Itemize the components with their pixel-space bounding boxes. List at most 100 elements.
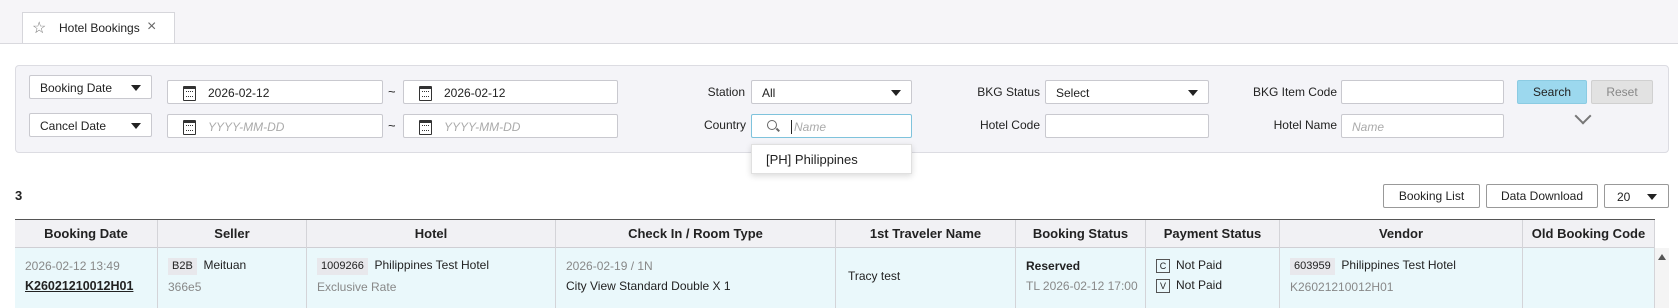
cancel-date-type-select[interactable]: Cancel Date <box>29 113 152 137</box>
booking-date-value: 2026-02-12 13:49 <box>25 259 120 273</box>
cancel-date-from-input[interactable]: YYYY-MM-DD <box>167 114 383 138</box>
table-row[interactable]: 2026-02-12 13:49 K26021210012H01 B2B Mei… <box>15 248 1655 308</box>
data-download-button[interactable]: Data Download <box>1486 184 1598 208</box>
text-cursor <box>791 120 792 134</box>
chevron-down-icon <box>1647 194 1657 200</box>
column-header[interactable]: Vendor <box>1280 220 1523 248</box>
payment-status-cell: C Not Paid V Not Paid <box>1146 248 1280 308</box>
customer-payment: C Not Paid <box>1156 258 1222 273</box>
tab-bar: ☆ Hotel Bookings × <box>0 0 1678 44</box>
booking-date-from-input[interactable]: 2026-02-12 <box>167 80 383 104</box>
booking-date-cell: 2026-02-12 13:49 K26021210012H01 <box>15 248 158 308</box>
scroll-up-icon[interactable] <box>1658 254 1666 260</box>
calendar-icon <box>183 120 196 135</box>
vendor-payment-value: Not Paid <box>1176 278 1223 292</box>
tab-hotel-bookings[interactable]: ☆ Hotel Bookings × <box>22 12 175 43</box>
result-count: 3 <box>15 188 23 203</box>
time-limit: TL 2026-02-12 17:00 <box>1026 279 1138 293</box>
booking-status-cell: Reserved TL 2026-02-12 17:00 <box>1016 248 1146 308</box>
country-option-ph[interactable]: [PH] Philippines <box>766 152 858 167</box>
cancel-date-from-placeholder: YYYY-MM-DD <box>208 120 285 134</box>
range-separator: ~ <box>388 118 396 133</box>
column-header[interactable]: Payment Status <box>1146 220 1280 248</box>
booking-code-link[interactable]: K26021210012H01 <box>25 279 133 293</box>
column-header[interactable]: 1st Traveler Name <box>836 220 1016 248</box>
filter-panel <box>15 65 1669 153</box>
bkg-status-select[interactable]: Select <box>1045 80 1209 104</box>
tab-title: Hotel Bookings <box>59 21 140 35</box>
room-type: City View Standard Double X 1 <box>566 279 731 293</box>
cancel-date-type-value: Cancel Date <box>40 119 107 133</box>
station-value: All <box>762 86 776 100</box>
hotel-cell: 1009266 Philippines Test Hotel Exclusive… <box>307 248 556 308</box>
search-icon <box>767 120 777 130</box>
vendor-line: 603959 Philippines Test Hotel <box>1290 258 1456 275</box>
booking-date-to-input[interactable]: 2026-02-12 <box>403 80 618 104</box>
booking-date-to-value: 2026-02-12 <box>444 86 506 100</box>
hotel-name-placeholder: Name <box>1352 120 1385 134</box>
column-header[interactable]: Booking Status <box>1016 220 1146 248</box>
country-dropdown: [PH] Philippines <box>751 144 912 174</box>
vendor-name: Philippines Test Hotel <box>1341 258 1456 272</box>
star-icon[interactable]: ☆ <box>32 18 46 38</box>
range-separator: ~ <box>388 84 396 99</box>
country-placeholder: Name <box>794 120 827 134</box>
traveler-cell: Tracy test <box>836 248 1016 308</box>
calendar-icon <box>419 86 432 101</box>
reset-button[interactable]: Reset <box>1591 80 1653 104</box>
seller-line: B2B Meituan <box>168 258 246 275</box>
column-header[interactable]: Hotel <box>307 220 556 248</box>
seller-cell: B2B Meituan 366e5 <box>158 248 307 308</box>
customer-payment-value: Not Paid <box>1176 258 1223 272</box>
vendor-payment: V Not Paid <box>1156 278 1222 293</box>
vendor-code-badge: 603959 <box>1290 258 1335 275</box>
booking-date-from-value: 2026-02-12 <box>208 86 270 100</box>
column-header[interactable]: Seller <box>158 220 307 248</box>
checkin-value: 2026-02-19 / 1N <box>566 259 653 273</box>
column-header[interactable]: Check In / Room Type <box>556 220 836 248</box>
chevron-down-icon <box>1188 90 1198 96</box>
column-header[interactable]: Old Booking Code <box>1523 220 1655 248</box>
traveler-name: Tracy test <box>848 269 901 283</box>
station-select[interactable]: All <box>751 80 912 104</box>
country-label: Country <box>703 118 746 132</box>
booking-list-button[interactable]: Booking List <box>1383 184 1480 208</box>
seller-name: Meituan <box>203 258 247 272</box>
close-icon[interactable]: × <box>147 18 156 36</box>
hotel-rate: Exclusive Rate <box>317 280 397 294</box>
old-booking-code-cell <box>1523 248 1655 308</box>
vendor-cell: 603959 Philippines Test Hotel K260212100… <box>1280 248 1523 308</box>
seller-sub: 366e5 <box>168 280 202 294</box>
country-search-input[interactable]: Name <box>751 114 912 138</box>
hotel-name: Philippines Test Hotel <box>374 258 490 272</box>
chevron-down-icon <box>131 85 141 91</box>
bkg-item-code-input[interactable] <box>1341 80 1504 104</box>
date-type-value: Booking Date <box>40 81 113 95</box>
seller-type-badge: B2B <box>168 258 197 275</box>
hotel-code-input[interactable] <box>1045 114 1209 138</box>
customer-payment-badge: C <box>1156 259 1170 273</box>
status-badge: Reserved <box>1026 259 1081 273</box>
vendor-payment-badge: V <box>1156 279 1170 293</box>
calendar-icon <box>419 120 432 135</box>
table-header: Booking Date Seller Hotel Check In / Roo… <box>15 219 1655 248</box>
station-label: Station <box>707 85 745 99</box>
vertical-scrollbar[interactable] <box>1655 248 1669 308</box>
hotel-code-badge: 1009266 <box>317 258 368 275</box>
date-type-select[interactable]: Booking Date <box>29 75 152 99</box>
bkg-status-value: Select <box>1056 86 1090 100</box>
hotel-name-input[interactable]: Name <box>1341 114 1504 138</box>
bkg-item-code-label: BKG Item Code <box>1252 85 1337 99</box>
vendor-ref: K26021210012H01 <box>1290 280 1394 294</box>
chevron-down-icon <box>891 90 901 96</box>
bkg-status-label: BKG Status <box>977 85 1040 99</box>
column-header[interactable]: Booking Date <box>15 220 158 248</box>
search-button[interactable]: Search <box>1517 80 1587 104</box>
cancel-date-to-placeholder: YYYY-MM-DD <box>444 120 521 134</box>
checkin-cell: 2026-02-19 / 1N City View Standard Doubl… <box>556 248 836 308</box>
hotel-code-label: Hotel Code <box>979 118 1040 132</box>
cancel-date-to-input[interactable]: YYYY-MM-DD <box>403 114 618 138</box>
calendar-icon <box>183 86 196 101</box>
hotel-line: 1009266 Philippines Test Hotel <box>317 258 489 275</box>
page-size-select[interactable]: 20 <box>1604 184 1669 208</box>
